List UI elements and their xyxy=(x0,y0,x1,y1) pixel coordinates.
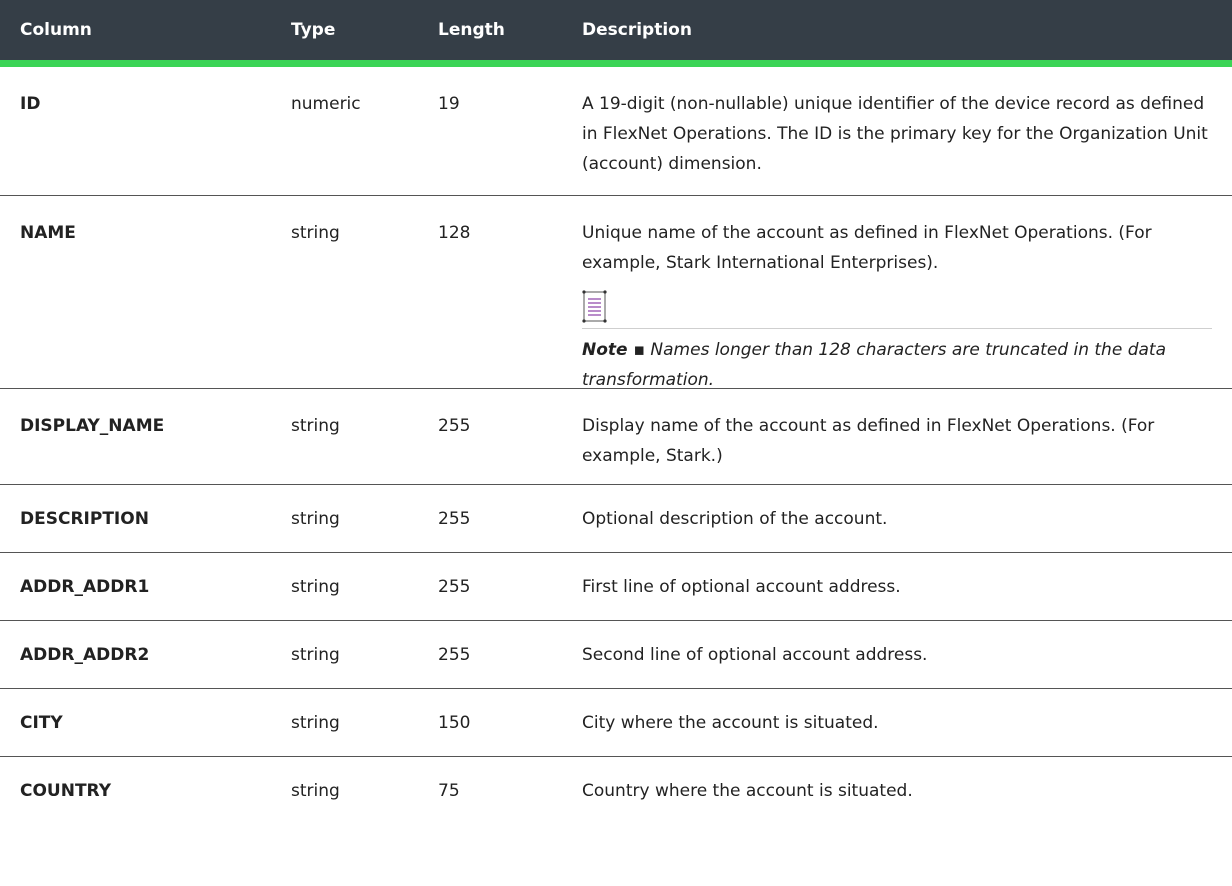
row-length: 255 xyxy=(438,645,471,665)
note-divider xyxy=(582,328,1212,329)
row-column-name: COUNTRY xyxy=(20,781,112,801)
row-length: 75 xyxy=(438,781,460,801)
table-row: ID numeric 19 A 19-digit (non-nullable) … xyxy=(0,67,1232,196)
row-type: string xyxy=(291,645,340,665)
row-description-block: Unique name of the account as defined in… xyxy=(582,218,1212,395)
row-description: Display name of the account as defined i… xyxy=(582,416,1155,466)
row-length: 150 xyxy=(438,713,471,733)
header-length: Length xyxy=(438,20,505,40)
header-type: Type xyxy=(291,20,336,40)
table-row: CITY string 150 City where the account i… xyxy=(0,689,1232,757)
row-column-name: DISPLAY_NAME xyxy=(20,416,165,436)
row-description: A 19-digit (non-nullable) unique identif… xyxy=(582,94,1208,174)
note-body: Names longer than 128 characters are tru… xyxy=(582,340,1166,390)
row-length: 255 xyxy=(438,577,471,597)
row-length: 128 xyxy=(438,223,471,243)
table-row: COUNTRY string 75 Country where the acco… xyxy=(0,757,1232,825)
row-column-name: DESCRIPTION xyxy=(20,509,149,529)
table-row: NAME string 128 Unique name of the accou… xyxy=(0,196,1232,390)
row-type: string xyxy=(291,416,340,436)
row-length: 19 xyxy=(438,94,460,114)
row-length: 255 xyxy=(438,509,471,529)
header-description: Description xyxy=(582,20,692,40)
row-column-name: ID xyxy=(20,94,41,114)
row-type: string xyxy=(291,509,340,529)
note-label: Note ▪ xyxy=(582,340,646,360)
row-description: Country where the account is situated. xyxy=(582,781,913,801)
row-description: Unique name of the account as defined in… xyxy=(582,223,1152,273)
table-row: DISPLAY_NAME string 255 Display name of … xyxy=(0,389,1232,485)
row-column-name: ADDR_ADDR1 xyxy=(20,577,150,597)
row-type: numeric xyxy=(291,94,361,114)
row-description: Optional description of the account. xyxy=(582,509,888,529)
table-row: DESCRIPTION string 255 Optional descript… xyxy=(0,485,1232,553)
row-description: Second line of optional account address. xyxy=(582,645,928,665)
row-description: First line of optional account address. xyxy=(582,577,901,597)
header-column: Column xyxy=(20,20,92,40)
row-length: 255 xyxy=(438,416,471,436)
row-column-name: ADDR_ADDR2 xyxy=(20,645,150,665)
table-header: Column Type Length Description xyxy=(0,0,1232,67)
table-row: ADDR_ADDR1 string 255 First line of opti… xyxy=(0,553,1232,621)
row-column-name: CITY xyxy=(20,713,63,733)
note-text: Note ▪ Names longer than 128 characters … xyxy=(582,335,1212,395)
table-row: ADDR_ADDR2 string 255 Second line of opt… xyxy=(0,621,1232,689)
row-type: string xyxy=(291,713,340,733)
column-definitions-table: Column Type Length Description ID numeri… xyxy=(0,0,1232,825)
row-column-name: NAME xyxy=(20,223,76,243)
row-type: string xyxy=(291,577,340,597)
row-type: string xyxy=(291,223,340,243)
note-document-icon xyxy=(582,290,608,324)
row-type: string xyxy=(291,781,340,801)
row-description: City where the account is situated. xyxy=(582,713,879,733)
